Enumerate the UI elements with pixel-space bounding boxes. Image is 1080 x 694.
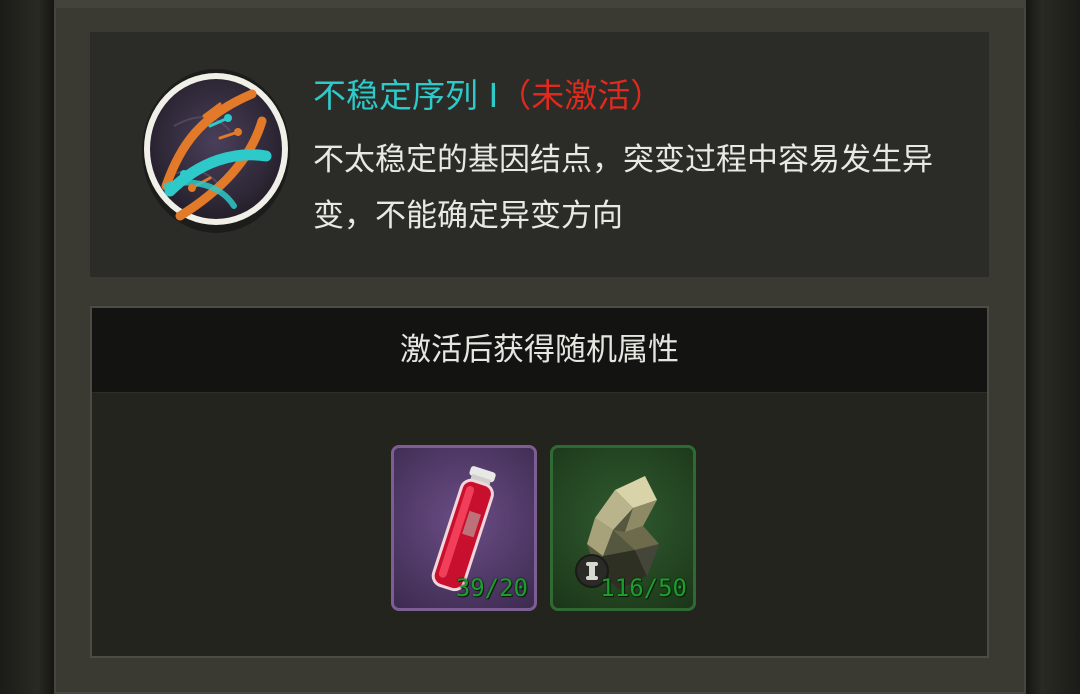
panel-top-border: [54, 0, 1026, 8]
activation-rewards-title: 激活后获得随机属性: [400, 332, 679, 368]
gene-state: （未激活）: [498, 76, 664, 115]
ore-count: 116/50: [600, 574, 687, 602]
gene-title: 不稳定序列 I（未激活）: [313, 74, 663, 118]
item-slot-vial[interactable]: 39/20: [391, 445, 537, 611]
item-slot-ore[interactable]: 116/50: [550, 445, 696, 611]
vial-count: 39/20: [455, 574, 528, 602]
frame-edge-right: [1026, 0, 1080, 694]
frame-edge-left: [0, 0, 54, 694]
gene-name: 不稳定序列 I: [313, 76, 499, 115]
gene-description: 不太稳定的基因结点，突变过程中容易发生异变，不能确定异变方向: [313, 142, 933, 234]
dna-helix-icon: [140, 66, 292, 236]
